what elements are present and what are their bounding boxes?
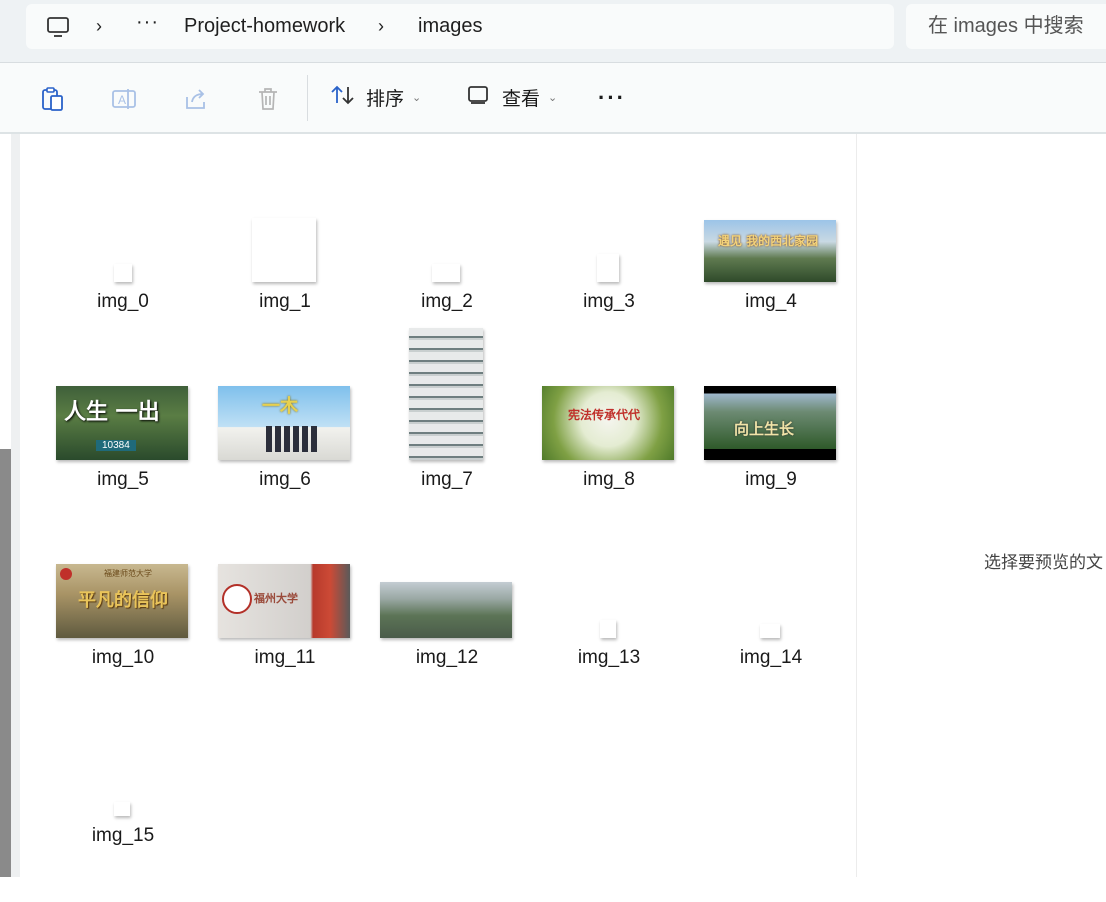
breadcrumb-item-images[interactable]: images [418, 4, 482, 49]
file-name: img_4 [745, 291, 797, 312]
file-name: img_1 [259, 291, 311, 312]
svg-text:A: A [118, 93, 126, 107]
file-name: img_3 [583, 291, 635, 312]
file-thumbnail [252, 218, 316, 282]
file-name: img_5 [97, 469, 149, 490]
file-item[interactable]: 福州大学 img_11 [210, 564, 360, 724]
view-button[interactable]: 查看 ⌄ [466, 63, 557, 132]
file-thumbnail: 宪法传承代代 [542, 386, 674, 460]
file-name: img_9 [745, 469, 797, 490]
file-thumbnail [600, 620, 616, 638]
sort-icon [330, 84, 356, 112]
chevron-right-icon[interactable]: › [378, 4, 384, 49]
breadcrumb-item-project[interactable]: Project-homework [184, 4, 345, 49]
thumbnail-caption: 福州大学 [254, 592, 298, 605]
view-label: 查看 [502, 89, 541, 110]
file-name: img_15 [91, 825, 155, 846]
file-name: img_11 [254, 647, 316, 668]
file-item[interactable]: img_0 [48, 218, 198, 368]
file-grid: img_0 img_1 img_2 img_3 遇见 我的西北家园 img_4 … [20, 134, 856, 877]
file-name: img_0 [97, 291, 149, 312]
this-pc-icon[interactable] [46, 16, 70, 44]
file-item[interactable]: img_3 [534, 218, 684, 368]
more-options-button[interactable]: ··· [598, 63, 626, 132]
chevron-right-icon[interactable]: › [96, 4, 102, 49]
thumbnail-caption: 一木 [262, 396, 298, 417]
preview-pane-divider[interactable] [856, 134, 857, 877]
file-thumbnail [432, 264, 460, 282]
file-item[interactable]: 一木 img_6 [210, 386, 360, 546]
file-name: img_10 [91, 647, 155, 668]
breadcrumb-overflow-button[interactable]: ··· [136, 0, 159, 45]
nav-pane-scrollbar[interactable] [0, 449, 11, 877]
thumbnail-caption: 向上生长 [734, 420, 795, 438]
file-name: img_14 [739, 647, 803, 668]
file-thumbnail [409, 328, 483, 460]
rename-icon[interactable]: A [110, 85, 138, 113]
toolbar-divider [307, 75, 308, 121]
file-name: img_13 [577, 647, 641, 668]
thumbnail-caption: 宪法传承代代 [568, 408, 641, 422]
chevron-down-icon: ⌄ [412, 92, 422, 104]
file-item[interactable]: 福建师范大学 平凡的信仰 img_10 [48, 564, 198, 724]
file-name: img_6 [259, 469, 311, 490]
nav-pane-edge [11, 134, 20, 877]
thumbnail-badge: 10384 [96, 440, 136, 451]
file-item[interactable]: 向上生长 img_9 [696, 386, 846, 546]
breadcrumb: › ··· Project-homework › images [26, 4, 894, 49]
file-thumbnail [114, 802, 130, 816]
file-item[interactable]: img_15 [48, 752, 198, 902]
thumbnail-caption: 人生 一出 [64, 399, 160, 425]
file-item[interactable]: img_14 [696, 574, 846, 724]
file-item[interactable]: img_1 [210, 218, 360, 368]
file-thumbnail [380, 582, 512, 638]
thumbnail-caption: 遇见 我的西北家园 [718, 234, 819, 248]
share-icon[interactable] [182, 85, 210, 113]
file-thumbnail [114, 264, 132, 282]
file-item[interactable]: 人生 一出 10384 img_5 [48, 386, 198, 546]
delete-icon[interactable] [254, 85, 282, 113]
sort-label: 排序 [366, 89, 405, 110]
thumbnail-subcaption: 福建师范大学 [104, 569, 152, 578]
file-name: img_8 [583, 469, 635, 490]
search-placeholder: 在 images 中搜索 [928, 15, 1084, 37]
file-item[interactable]: img_7 [372, 328, 522, 546]
file-item[interactable]: 宪法传承代代 img_8 [534, 386, 684, 546]
chevron-down-icon: ⌄ [548, 92, 558, 104]
file-thumbnail: 福州大学 [218, 564, 350, 638]
view-icon [466, 85, 490, 111]
preview-pane-message: 选择要预览的文 [984, 553, 1103, 572]
thumbnail-caption: 平凡的信仰 [78, 590, 168, 611]
sort-button[interactable]: 排序 ⌄ [330, 63, 421, 132]
file-item[interactable]: img_12 [372, 574, 522, 724]
file-name: img_7 [421, 469, 473, 490]
file-thumbnail: 向上生长 [704, 386, 836, 460]
file-thumbnail: 福建师范大学 平凡的信仰 [56, 564, 188, 638]
search-input[interactable]: 在 images 中搜索 [906, 4, 1106, 49]
file-thumbnail [760, 624, 780, 638]
file-thumbnail: 人生 一出 10384 [56, 386, 188, 460]
command-bar: A 排序 ⌄ 查看 ⌄ ··· [0, 63, 1106, 134]
file-thumbnail [597, 254, 619, 282]
paste-icon[interactable] [38, 85, 66, 113]
file-name: img_12 [415, 647, 479, 668]
file-thumbnail: 一木 [218, 386, 350, 460]
file-item[interactable]: 遇见 我的西北家园 img_4 [696, 218, 846, 368]
file-item[interactable]: img_13 [534, 574, 684, 724]
address-bar: › ··· Project-homework › images 在 images… [0, 0, 1106, 63]
file-name: img_2 [421, 291, 473, 312]
file-thumbnail: 遇见 我的西北家园 [704, 220, 836, 282]
